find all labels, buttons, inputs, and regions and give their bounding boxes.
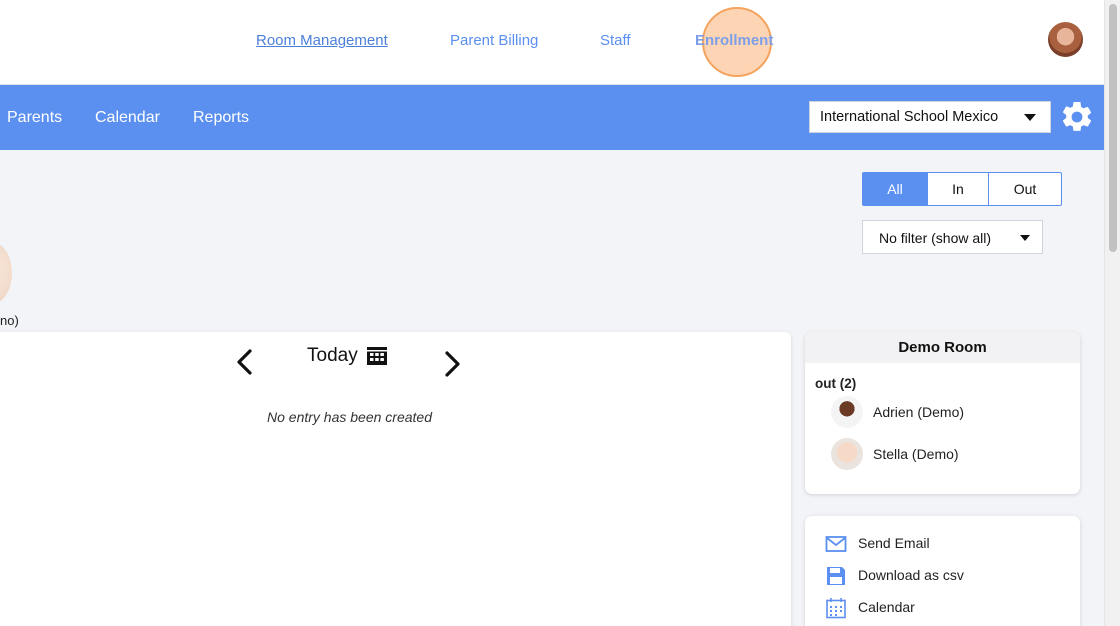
scrollbar-thumb[interactable]: [1109, 4, 1117, 252]
nav-parents[interactable]: Parents: [7, 109, 62, 127]
calendar-action[interactable]: Calendar: [825, 597, 1065, 621]
mail-icon: [825, 536, 847, 552]
child-name: Adrien (Demo): [873, 404, 965, 420]
staff-link[interactable]: Staff: [600, 32, 631, 49]
page-scrollbar[interactable]: [1104, 0, 1120, 626]
child-filter-select[interactable]: No filter (show all): [862, 220, 1043, 254]
previous-day-icon[interactable]: [233, 348, 257, 376]
chevron-down-icon: [1024, 114, 1036, 121]
filter-all-button[interactable]: All: [862, 172, 928, 206]
actions-card: Send Email Download as csv Calendar: [805, 516, 1080, 626]
room-management-link[interactable]: Room Management: [256, 32, 388, 49]
calendar-grid-icon[interactable]: [366, 346, 388, 366]
save-icon: [827, 567, 845, 585]
next-day-icon[interactable]: [440, 350, 464, 378]
child-avatar: [831, 396, 863, 428]
calendar-label: Calendar: [858, 599, 915, 615]
calendar-icon: [826, 598, 846, 619]
current-day-label[interactable]: Today: [307, 345, 358, 367]
nav-reports[interactable]: Reports: [193, 109, 249, 127]
empty-state-message: No entry has been created: [267, 409, 432, 425]
parent-billing-link[interactable]: Parent Billing: [450, 32, 538, 49]
download-csv-action[interactable]: Download as csv: [825, 565, 1065, 589]
list-item[interactable]: Adrien (Demo): [831, 396, 1071, 430]
filter-out-button[interactable]: Out: [988, 172, 1062, 206]
filter-in-button[interactable]: In: [927, 172, 989, 206]
child-name-label: no): [0, 313, 19, 328]
send-email-action[interactable]: Send Email: [825, 533, 1065, 557]
child-avatar[interactable]: [0, 242, 12, 304]
user-avatar[interactable]: [1048, 22, 1083, 57]
main-nav-bar: Parents Calendar Reports International S…: [0, 85, 1104, 150]
child-avatar: [831, 438, 863, 470]
list-item[interactable]: Stella (Demo): [831, 438, 1071, 472]
top-bar: Room Management Parent Billing Staff Enr…: [0, 0, 1104, 85]
room-title: Demo Room: [805, 332, 1080, 363]
child-name: Stella (Demo): [873, 446, 959, 462]
school-select-value: International School Mexico: [820, 109, 999, 125]
daily-entries-card: [0, 332, 791, 626]
send-email-label: Send Email: [858, 535, 930, 551]
out-count-label: out (2): [815, 376, 857, 391]
enrollment-link[interactable]: Enrollment: [695, 32, 773, 49]
gear-icon[interactable]: [1059, 99, 1095, 135]
chevron-down-icon: [1020, 235, 1030, 241]
school-select[interactable]: International School Mexico: [809, 101, 1051, 133]
child-filter-value: No filter (show all): [879, 230, 992, 246]
download-csv-label: Download as csv: [858, 567, 964, 583]
nav-calendar[interactable]: Calendar: [95, 109, 160, 127]
room-card: Demo Room out (2) Adrien (Demo) Stella (…: [805, 332, 1080, 494]
